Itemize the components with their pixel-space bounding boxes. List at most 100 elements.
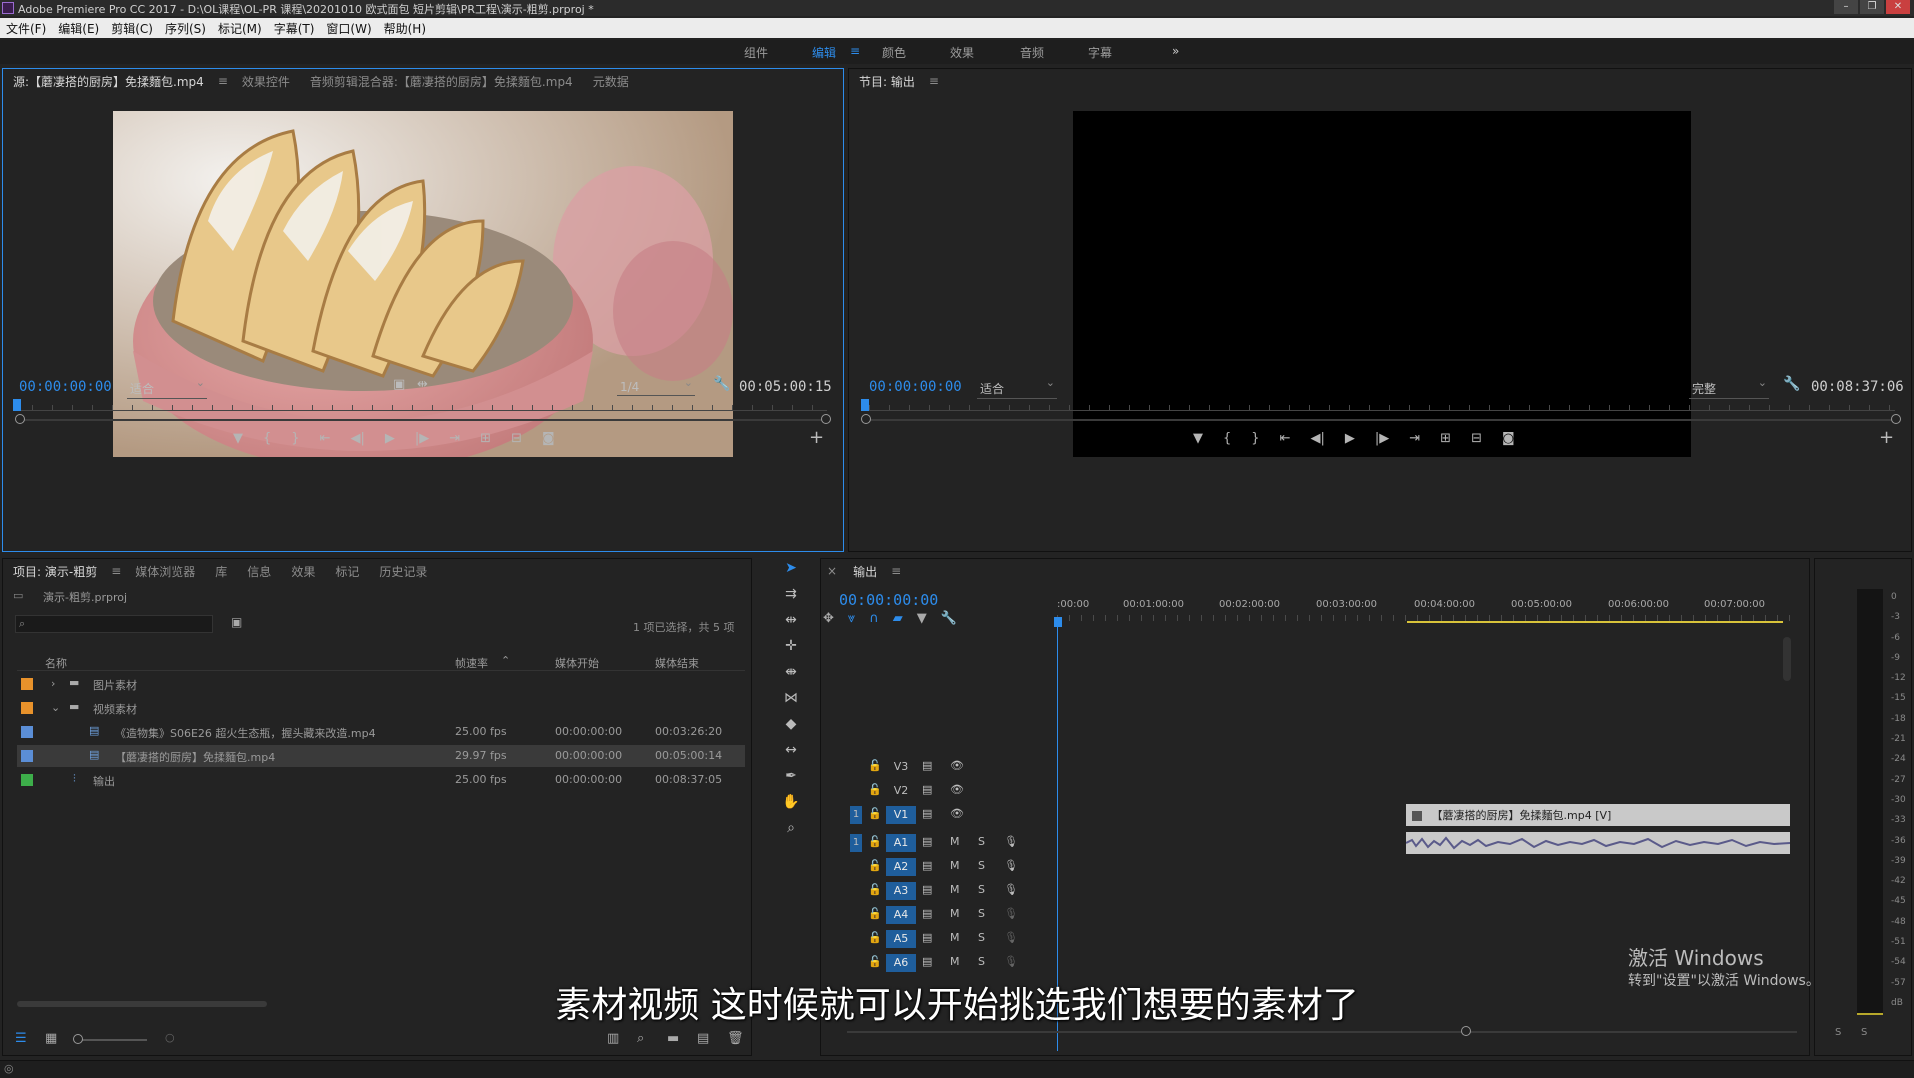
sync-lock-icon[interactable]: ▤ [922, 807, 932, 820]
program-mark-out-icon[interactable]: } [1251, 431, 1259, 446]
menu-clip[interactable]: 剪辑(C) [105, 18, 159, 38]
program-go-to-out-icon[interactable]: ⇥ [1409, 431, 1420, 446]
program-playhead[interactable] [861, 399, 869, 411]
drag-video-icon[interactable]: ⇹ [417, 377, 428, 392]
col-name[interactable]: 名称 [45, 655, 67, 671]
sync-lock-icon[interactable]: ▤ [922, 883, 932, 896]
lock-icon[interactable]: 🔓 [868, 907, 882, 920]
lock-icon[interactable]: 🔓 [868, 955, 882, 968]
eye-icon[interactable]: 👁 [950, 759, 964, 772]
tab-libraries[interactable]: 库 [205, 563, 237, 580]
tab-history[interactable]: 历史记录 [369, 563, 437, 580]
mute-button[interactable]: M [950, 835, 960, 848]
source-patch-v1[interactable]: 1 [850, 806, 862, 824]
mute-button[interactable]: M [950, 931, 960, 944]
timeline-ruler[interactable]: :00:00 00:01:00:00 00:02:00:00 00:03:00:… [1057, 599, 1797, 629]
program-mark-in-icon[interactable]: { [1223, 431, 1231, 446]
col-media-end[interactable]: 媒体结束 [655, 655, 699, 671]
add-marker-icon[interactable]: ▼ [233, 431, 243, 446]
sync-lock-icon[interactable]: ▤ [922, 759, 932, 772]
col-fps[interactable]: 帧速率 [455, 655, 488, 671]
source-resolution-dropdown[interactable]: 1/4 [617, 376, 695, 396]
lock-icon[interactable]: 🔓 [868, 783, 882, 796]
expand-icon[interactable]: › [51, 677, 55, 690]
track-label[interactable]: A1 [886, 834, 916, 852]
razor-tool-icon[interactable]: ⋈ [780, 690, 802, 716]
track-label[interactable]: A4 [886, 906, 916, 924]
pen-tool-icon[interactable]: ✒ [780, 768, 802, 794]
slip-tool-icon[interactable]: ◆ [780, 716, 802, 742]
tab-markers[interactable]: 标记 [325, 563, 369, 580]
col-media-start[interactable]: 媒体开始 [555, 655, 599, 671]
icon-view-icon[interactable]: ▦ [45, 1031, 57, 1046]
lock-icon[interactable]: 🔓 [868, 759, 882, 772]
extract-icon[interactable]: ⊟ [1471, 431, 1482, 446]
source-time-ruler[interactable] [17, 399, 827, 411]
source-fit-dropdown[interactable]: 适合 [127, 376, 207, 399]
timeline-timecode[interactable]: 00:00:00:00 [839, 591, 938, 609]
mute-button[interactable]: M [950, 907, 960, 920]
tab-source[interactable]: 源:【蘑凄搭的厨房】免揉麵包.mp4 [3, 73, 214, 90]
source-zoom-handle-right[interactable] [821, 414, 831, 424]
source-zoom-handle-left[interactable] [15, 414, 25, 424]
workspace-more-icon[interactable]: » [1172, 44, 1179, 58]
program-go-to-in-icon[interactable]: ⇤ [1280, 431, 1291, 446]
meter-solo-right[interactable]: S [1861, 1027, 1867, 1038]
overwrite-icon[interactable]: ⊟ [511, 431, 522, 446]
workspace-titles[interactable]: 字幕 [1088, 44, 1112, 61]
table-row[interactable]: ⫶ 输出 25.00 fps 00:00:00:00 00:08:37:05 [17, 769, 745, 791]
workspace-color[interactable]: 颜色 [882, 44, 906, 61]
linked-selection-icon[interactable]: ∩ [869, 611, 879, 626]
program-export-frame-icon[interactable]: ◙ [1502, 431, 1515, 446]
tab-audio-clip-mixer[interactable]: 音频剪辑混合器:【蘑凄搭的厨房】免揉麵包.mp4 [300, 73, 583, 90]
table-row-selected[interactable]: ▤ 【蘑凄搭的厨房】免揉麵包.mp4 29.97 fps 00:00:00:00… [17, 745, 745, 767]
rate-stretch-tool-icon[interactable]: ⇼ [780, 664, 802, 690]
source-patch-a1[interactable]: 1 [850, 834, 862, 852]
solo-button[interactable]: S [978, 859, 985, 872]
go-to-in-icon[interactable]: ⇤ [320, 431, 331, 446]
timeline-vertical-scrollbar[interactable] [1783, 637, 1791, 681]
play-icon[interactable]: ▶ [385, 431, 395, 446]
hand-tool-icon[interactable]: ✋ [780, 794, 802, 820]
lift-icon[interactable]: ⊞ [1440, 431, 1451, 446]
sync-lock-icon[interactable]: ▤ [922, 955, 932, 968]
solo-button[interactable]: S [978, 955, 985, 968]
microphone-icon[interactable]: 🎙 [1004, 955, 1018, 968]
automate-to-sequence-icon[interactable]: ▥ [607, 1031, 619, 1046]
new-item-icon[interactable]: ▤ [697, 1031, 709, 1046]
tab-program[interactable]: 节目: 输出 [849, 73, 925, 90]
lock-icon[interactable]: 🔓 [868, 931, 882, 944]
tab-info[interactable]: 信息 [237, 563, 281, 580]
tab-project[interactable]: 项目: 演示-粗剪 [3, 563, 107, 580]
timeline-menu-icon[interactable]: ≡ [887, 564, 905, 578]
selection-tool-icon[interactable]: ➤ [780, 560, 802, 586]
timeline-audio-clip[interactable] [1405, 832, 1791, 854]
sync-lock-icon[interactable]: ▤ [922, 859, 932, 872]
eye-icon[interactable]: 👁 [950, 807, 964, 820]
track-select-tool-icon[interactable]: ⇉ [780, 586, 802, 612]
close-sequence-icon[interactable]: × [821, 564, 843, 578]
program-fit-dropdown[interactable]: 适合 [977, 376, 1057, 399]
tab-metadata[interactable]: 元数据 [583, 73, 639, 90]
step-back-icon[interactable]: ◀| [350, 431, 364, 446]
button-editor-plus-icon[interactable]: + [809, 427, 824, 448]
slide-tool-icon[interactable]: ↔ [780, 742, 802, 768]
restore-icon[interactable]: ❐ [1860, 0, 1884, 14]
workspace-menu-icon[interactable]: ≡ [850, 44, 860, 58]
microphone-icon[interactable]: 🎙 [1004, 859, 1018, 872]
source-playhead[interactable] [13, 399, 21, 411]
track-label[interactable]: A2 [886, 858, 916, 876]
source-timecode[interactable]: 00:00:00:00 [19, 379, 112, 395]
table-row[interactable]: ▤ 《造物集》S06E26 超火生态瓶，握头藏来改造.mp4 25.00 fps… [17, 721, 745, 743]
program-zoom-handle-right[interactable] [1891, 414, 1901, 424]
mute-button[interactable]: M [950, 955, 960, 968]
program-wrench-icon[interactable]: 🔧 [1783, 376, 1800, 392]
mark-in-icon[interactable]: { [263, 431, 271, 446]
solo-button[interactable]: S [978, 883, 985, 896]
add-marker-timeline-icon[interactable]: ▰ [893, 611, 903, 626]
export-frame-icon[interactable]: ◙ [542, 431, 555, 446]
list-item[interactable]: › ▬ 图片素材 [17, 673, 745, 695]
meter-solo-left[interactable]: S [1835, 1027, 1841, 1038]
find-icon[interactable]: ⌕ [637, 1031, 644, 1046]
menu-sequence[interactable]: 序列(S) [159, 18, 212, 38]
